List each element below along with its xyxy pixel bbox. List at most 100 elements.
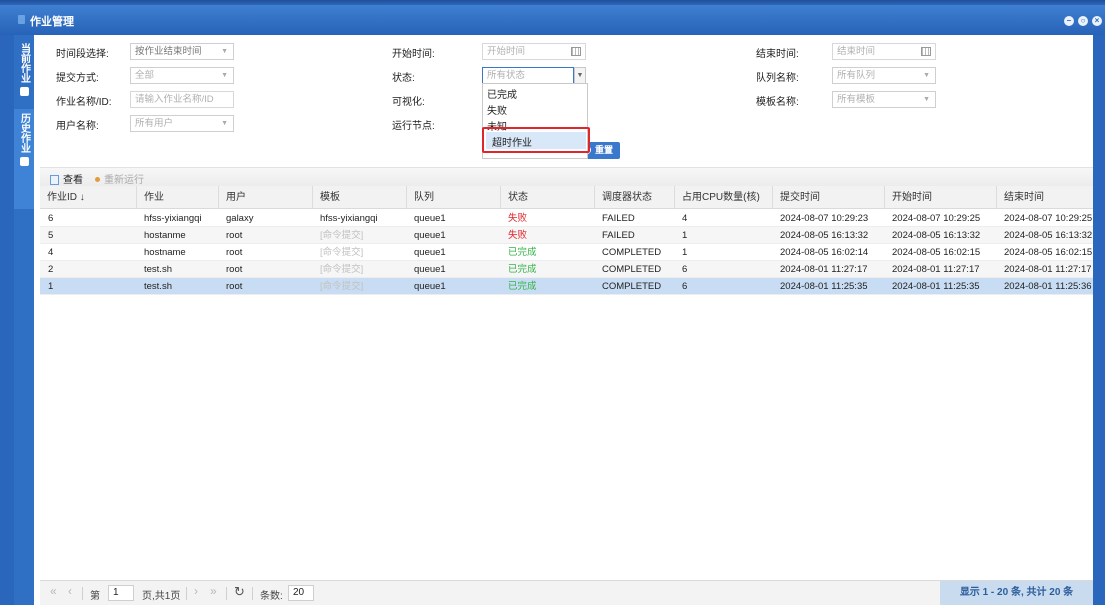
- cell-end-time: 2024-08-05 16:02:15: [1004, 247, 1093, 258]
- cell-cpu: 6: [682, 281, 688, 292]
- user-dropdown[interactable]: 所有用户 ▼: [130, 115, 234, 132]
- table-row[interactable]: 4 hostname root [命令提交] queue1 已完成 COMPLETED 1 20…: [40, 244, 1093, 261]
- user-label: 用户名称:: [56, 121, 99, 132]
- last-page-icon[interactable]: »: [210, 584, 217, 598]
- col-header-cpu[interactable]: 占用CPU数量(核): [674, 186, 772, 209]
- time-select-value: 按作业结束时间: [135, 46, 202, 57]
- table-row[interactable]: 1 test.sh root [命令提交] queue1 已完成 COMPLETED 6 202…: [40, 278, 1093, 295]
- col-header-start-time[interactable]: 开始时间: [884, 186, 996, 209]
- app-icon: [18, 15, 25, 24]
- table-row[interactable]: 2 test.sh root [命令提交] queue1 已完成 COMPLETED 6 202…: [40, 261, 1093, 278]
- col-header-scheduler-status[interactable]: 调度器状态: [594, 186, 674, 209]
- tab-current-label: 当前作业: [18, 43, 30, 83]
- reset-button-label: 重置: [595, 145, 614, 155]
- window-title: 作业管理: [30, 16, 74, 28]
- cell-cpu: 4: [682, 213, 688, 224]
- tab-history-jobs[interactable]: 历史作业: [14, 109, 34, 209]
- status-option-completed[interactable]: 已完成: [487, 86, 517, 101]
- job-name-input[interactable]: 请输入作业名称/ID: [130, 91, 234, 108]
- rerun-button[interactable]: 重新运行: [95, 171, 144, 186]
- first-page-icon[interactable]: «: [50, 584, 57, 598]
- col-header-submit-time[interactable]: 提交时间: [772, 186, 884, 209]
- cell-status: 失败: [508, 230, 528, 241]
- template-label: 模板名称:: [756, 97, 799, 108]
- cell-start-time: 2024-08-05 16:02:15: [892, 247, 981, 258]
- start-time-placeholder: 开始时间: [487, 46, 526, 57]
- start-time-input[interactable]: 开始时间: [482, 43, 586, 60]
- status-option-timeout[interactable]: 超时作业: [486, 132, 586, 149]
- cell-start-time: 2024-08-01 11:27:17: [892, 264, 980, 275]
- current-jobs-icon: [19, 87, 29, 96]
- chevron-down-icon: ▼: [221, 72, 228, 79]
- table-row[interactable]: 5 hostanme root [命令提交] queue1 失败 FAILED 1 2024-0…: [40, 227, 1093, 244]
- time-select-dropdown[interactable]: 按作业结束时间 ▼: [130, 43, 234, 60]
- prev-page-icon[interactable]: ‹: [68, 584, 72, 598]
- chevron-down-icon[interactable]: ▼: [574, 67, 586, 84]
- visual-label: 可视化:: [392, 97, 425, 108]
- calendar-icon[interactable]: [921, 47, 931, 56]
- grid-toolbar: 查看 重新运行: [40, 167, 1093, 186]
- cell-template: [命令提交]: [320, 281, 364, 292]
- chevron-down-icon: ▼: [221, 48, 228, 55]
- cell-scheduler-status: COMPLETED: [602, 264, 662, 275]
- col-header-id[interactable]: 作业ID ↓: [40, 186, 136, 209]
- page-number-input[interactable]: 1: [108, 585, 134, 601]
- window-titlebar: 作业管理 – ○ ×: [0, 5, 1105, 35]
- cell-template: hfss-yixiangqi: [320, 213, 378, 224]
- queue-dropdown[interactable]: 所有队列 ▼: [832, 67, 936, 84]
- col-header-queue[interactable]: 队列: [406, 186, 500, 209]
- job-name-label: 作业名称/ID:: [56, 97, 112, 108]
- cell-status: 已完成: [508, 264, 537, 275]
- page-size-input[interactable]: 20: [288, 585, 314, 601]
- status-option-failed[interactable]: 失败: [487, 102, 507, 117]
- end-time-input[interactable]: 结束时间: [832, 43, 936, 60]
- queue-label: 队列名称:: [756, 73, 799, 84]
- col-header-user[interactable]: 用户: [218, 186, 312, 209]
- maximize-icon[interactable]: ○: [1078, 16, 1088, 26]
- cell-queue: queue1: [414, 247, 446, 258]
- view-button[interactable]: 查看: [50, 171, 83, 186]
- history-jobs-icon: [19, 157, 29, 166]
- template-dropdown[interactable]: 所有模板 ▼: [832, 91, 936, 108]
- cell-job: hostname: [144, 247, 186, 258]
- col-header-template[interactable]: 模板: [312, 186, 406, 209]
- cell-start-time: 2024-08-05 16:13:32: [892, 230, 981, 241]
- cell-status: 失败: [508, 213, 528, 224]
- submit-mode-dropdown[interactable]: 全部 ▼: [130, 67, 234, 84]
- table-row[interactable]: 6 hfss-yixiangqi galaxy hfss-yixiangqi queue…: [40, 210, 1093, 227]
- submit-mode-label: 提交方式:: [56, 73, 99, 84]
- user-value: 所有用户: [135, 118, 174, 129]
- cell-end-time: 2024-08-01 11:27:17: [1004, 264, 1092, 275]
- cell-template: [命令提交]: [320, 247, 364, 258]
- cell-template: [命令提交]: [320, 230, 364, 241]
- tab-current-jobs[interactable]: 当前作业: [14, 39, 34, 101]
- pagination-bar: « ‹ 第 1 页,共1页 › » ↻ 条数: 20 显示 1 - 20 条, …: [40, 580, 1093, 605]
- pager-divider: [226, 587, 227, 600]
- cell-end-time: 2024-08-05 16:13:32: [1004, 230, 1093, 241]
- next-page-icon[interactable]: ›: [194, 584, 198, 598]
- pager-summary: 显示 1 - 20 条, 共计 20 条: [940, 581, 1093, 605]
- cell-submit-time: 2024-08-01 11:27:17: [780, 264, 868, 275]
- minimize-icon[interactable]: –: [1064, 16, 1074, 26]
- page-size-label: 条数:: [260, 591, 283, 602]
- close-icon[interactable]: ×: [1092, 16, 1102, 26]
- queue-value: 所有队列: [837, 70, 876, 81]
- refresh-icon[interactable]: ↻: [234, 584, 245, 600]
- cell-id: 6: [48, 213, 54, 224]
- calendar-icon[interactable]: [571, 47, 581, 56]
- cell-job: hostanme: [144, 230, 186, 241]
- tab-history-label: 历史作业: [18, 113, 30, 153]
- cell-status: 已完成: [508, 281, 537, 292]
- run-node-label: 运行节点:: [392, 121, 435, 132]
- col-header-job[interactable]: 作业: [136, 186, 218, 209]
- cell-id: 2: [48, 264, 54, 275]
- cell-user: root: [226, 247, 243, 258]
- cell-job: test.sh: [144, 281, 172, 292]
- highlight-box: 超时作业: [482, 127, 590, 153]
- col-header-end-time[interactable]: 结束时间: [996, 186, 1093, 209]
- cell-start-time: 2024-08-07 10:29:25: [892, 213, 981, 224]
- chevron-down-icon: ▼: [221, 120, 228, 127]
- col-header-status[interactable]: 状态: [500, 186, 594, 209]
- cell-job: hfss-yixiangqi: [144, 213, 202, 224]
- status-dropdown[interactable]: 所有状态 ▼: [482, 67, 586, 84]
